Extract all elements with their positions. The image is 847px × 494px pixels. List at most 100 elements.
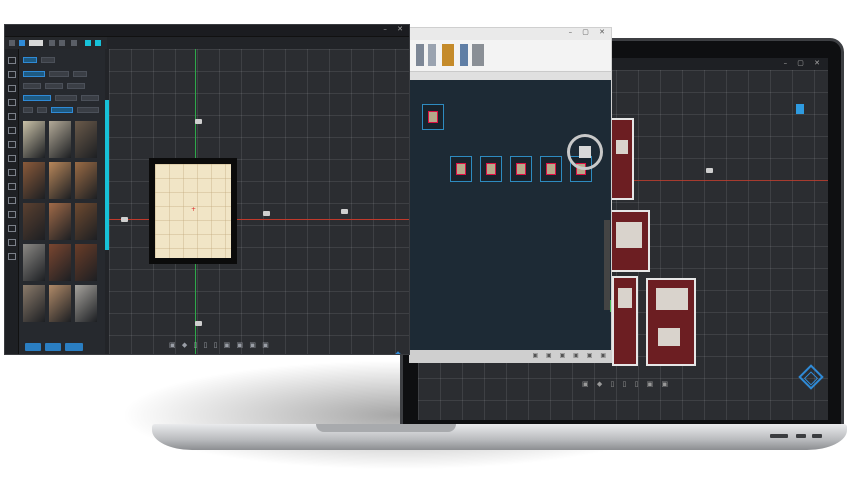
grid-marker — [195, 119, 202, 124]
material-swatch[interactable] — [23, 244, 45, 281]
filter-chip[interactable] — [41, 57, 55, 63]
filter-chip[interactable] — [37, 107, 47, 113]
material-library-panel — [19, 49, 105, 354]
floorplan-room[interactable] — [610, 118, 634, 200]
grid-marker — [706, 168, 713, 173]
tool-icon[interactable] — [8, 71, 16, 78]
status-bar: ▣ ▣ ▣ ▣ ▣ ▣ — [410, 350, 611, 362]
window-controls[interactable]: – ✕ — [383, 25, 407, 33]
status-bar-icons[interactable]: ▣ ▣ ▣ ▣ ▣ ▣ — [532, 352, 609, 359]
material-swatch[interactable] — [23, 203, 45, 240]
toolbar-icon[interactable] — [29, 40, 43, 46]
filter-chip[interactable] — [23, 95, 51, 101]
tool-icon[interactable] — [8, 225, 16, 232]
floorplan-room[interactable] — [608, 210, 650, 272]
editor-top-toolbar[interactable] — [5, 37, 107, 49]
panel-toggle-button[interactable] — [796, 104, 804, 114]
filter-chip[interactable] — [23, 71, 45, 77]
bottom-toolbar[interactable]: ▣ ◆ ▯ ▯ ▯ ▣ ▣ — [582, 380, 671, 388]
material-swatch[interactable] — [23, 121, 45, 158]
footer-button[interactable] — [45, 343, 61, 351]
filter-chip[interactable] — [49, 71, 69, 77]
material-swatch[interactable] — [23, 285, 45, 322]
tool-icon[interactable] — [8, 141, 16, 148]
view-navigator-icon[interactable] — [385, 351, 409, 354]
grid-marker — [195, 321, 202, 326]
material-swatch[interactable] — [75, 244, 97, 281]
tool-icon[interactable] — [8, 57, 16, 64]
view-navigator-icon[interactable] — [798, 364, 824, 390]
material-swatch[interactable] — [49, 244, 71, 281]
tool-icon[interactable] — [8, 197, 16, 204]
drawing-thumbnail[interactable] — [422, 104, 444, 130]
vertical-scrollbar[interactable] — [604, 220, 610, 310]
scroll-indicator — [610, 300, 611, 312]
drawing-thumbnail[interactable] — [510, 156, 532, 182]
middle-app-window: – ▢ ✕ ▣ ▣ ▣ ▣ ▣ ▣ — [409, 27, 612, 363]
material-swatch[interactable] — [49, 162, 71, 199]
laptop-port — [796, 434, 806, 438]
filter-chip[interactable] — [45, 83, 63, 89]
floorplan-room[interactable] — [646, 278, 696, 366]
tool-icon[interactable] — [8, 169, 16, 176]
floor-tile-surface: + — [155, 164, 231, 258]
window-controls[interactable]: – ▢ ✕ — [784, 59, 824, 67]
editor-titlebar: – ✕ — [5, 25, 409, 37]
material-swatch[interactable] — [49, 121, 71, 158]
floor-design-canvas[interactable]: + ▣ ◆ ▯ ▯ ▯ ▣ ▣ ▣ ▣ — [109, 49, 409, 354]
toolbar-icon[interactable] — [49, 40, 55, 46]
view-compass-icon[interactable] — [567, 134, 603, 170]
toolbar-icon[interactable] — [59, 40, 65, 46]
tool-icon[interactable] — [8, 211, 16, 218]
tool-icon[interactable] — [8, 113, 16, 120]
tool-icon[interactable] — [8, 253, 16, 260]
drawing-thumbnail[interactable] — [540, 156, 562, 182]
material-swatch[interactable] — [75, 285, 97, 322]
ribbon-toolbar[interactable] — [410, 40, 611, 72]
ribbon-icon[interactable] — [460, 44, 468, 66]
grid-marker — [263, 211, 270, 216]
tool-icon[interactable] — [8, 183, 16, 190]
toolbar-icon[interactable] — [95, 40, 101, 46]
filter-chip[interactable] — [77, 107, 99, 113]
filter-chip[interactable] — [51, 107, 73, 113]
laptop-port — [770, 434, 788, 438]
material-swatch[interactable] — [23, 162, 45, 199]
filter-chip[interactable] — [55, 95, 77, 101]
filter-chip[interactable] — [81, 95, 99, 101]
tool-icon[interactable] — [8, 99, 16, 106]
toolbar-icon[interactable] — [71, 40, 77, 46]
toolbar-icon[interactable] — [9, 40, 15, 46]
tool-icon[interactable] — [8, 127, 16, 134]
ribbon-icon[interactable] — [416, 44, 424, 66]
material-swatch[interactable] — [75, 121, 97, 158]
filter-chip[interactable] — [23, 57, 37, 63]
toolbar-icon[interactable] — [19, 40, 25, 46]
footer-button[interactable] — [25, 343, 41, 351]
drawing-thumbnail[interactable] — [480, 156, 502, 182]
ribbon-icon[interactable] — [428, 44, 436, 66]
filter-chip[interactable] — [67, 83, 85, 89]
filter-chip[interactable] — [23, 107, 33, 113]
material-swatch[interactable] — [49, 285, 71, 322]
footer-button[interactable] — [65, 343, 83, 351]
grid-marker — [121, 217, 128, 222]
floorplan-room[interactable] — [612, 276, 638, 366]
toolbar-icon[interactable] — [85, 40, 91, 46]
drawing-thumbnail[interactable] — [450, 156, 472, 182]
drawing-canvas[interactable] — [410, 80, 611, 350]
material-swatch[interactable] — [75, 162, 97, 199]
ribbon-tabs[interactable] — [410, 72, 611, 80]
tool-icon[interactable] — [8, 155, 16, 162]
tool-icon[interactable] — [8, 239, 16, 246]
filter-chip[interactable] — [23, 83, 41, 89]
floor-tile-preview[interactable]: + — [149, 158, 237, 264]
filter-chip[interactable] — [73, 71, 87, 77]
window-controls[interactable]: – ▢ ✕ — [569, 28, 609, 36]
tool-icon[interactable] — [8, 85, 16, 92]
bottom-toolbar[interactable]: ▣ ◆ ▯ ▯ ▯ ▣ ▣ ▣ ▣ — [169, 341, 271, 349]
ribbon-icon[interactable] — [472, 44, 484, 66]
material-swatch[interactable] — [49, 203, 71, 240]
ribbon-icon[interactable] — [442, 44, 454, 66]
material-swatch[interactable] — [75, 203, 97, 240]
